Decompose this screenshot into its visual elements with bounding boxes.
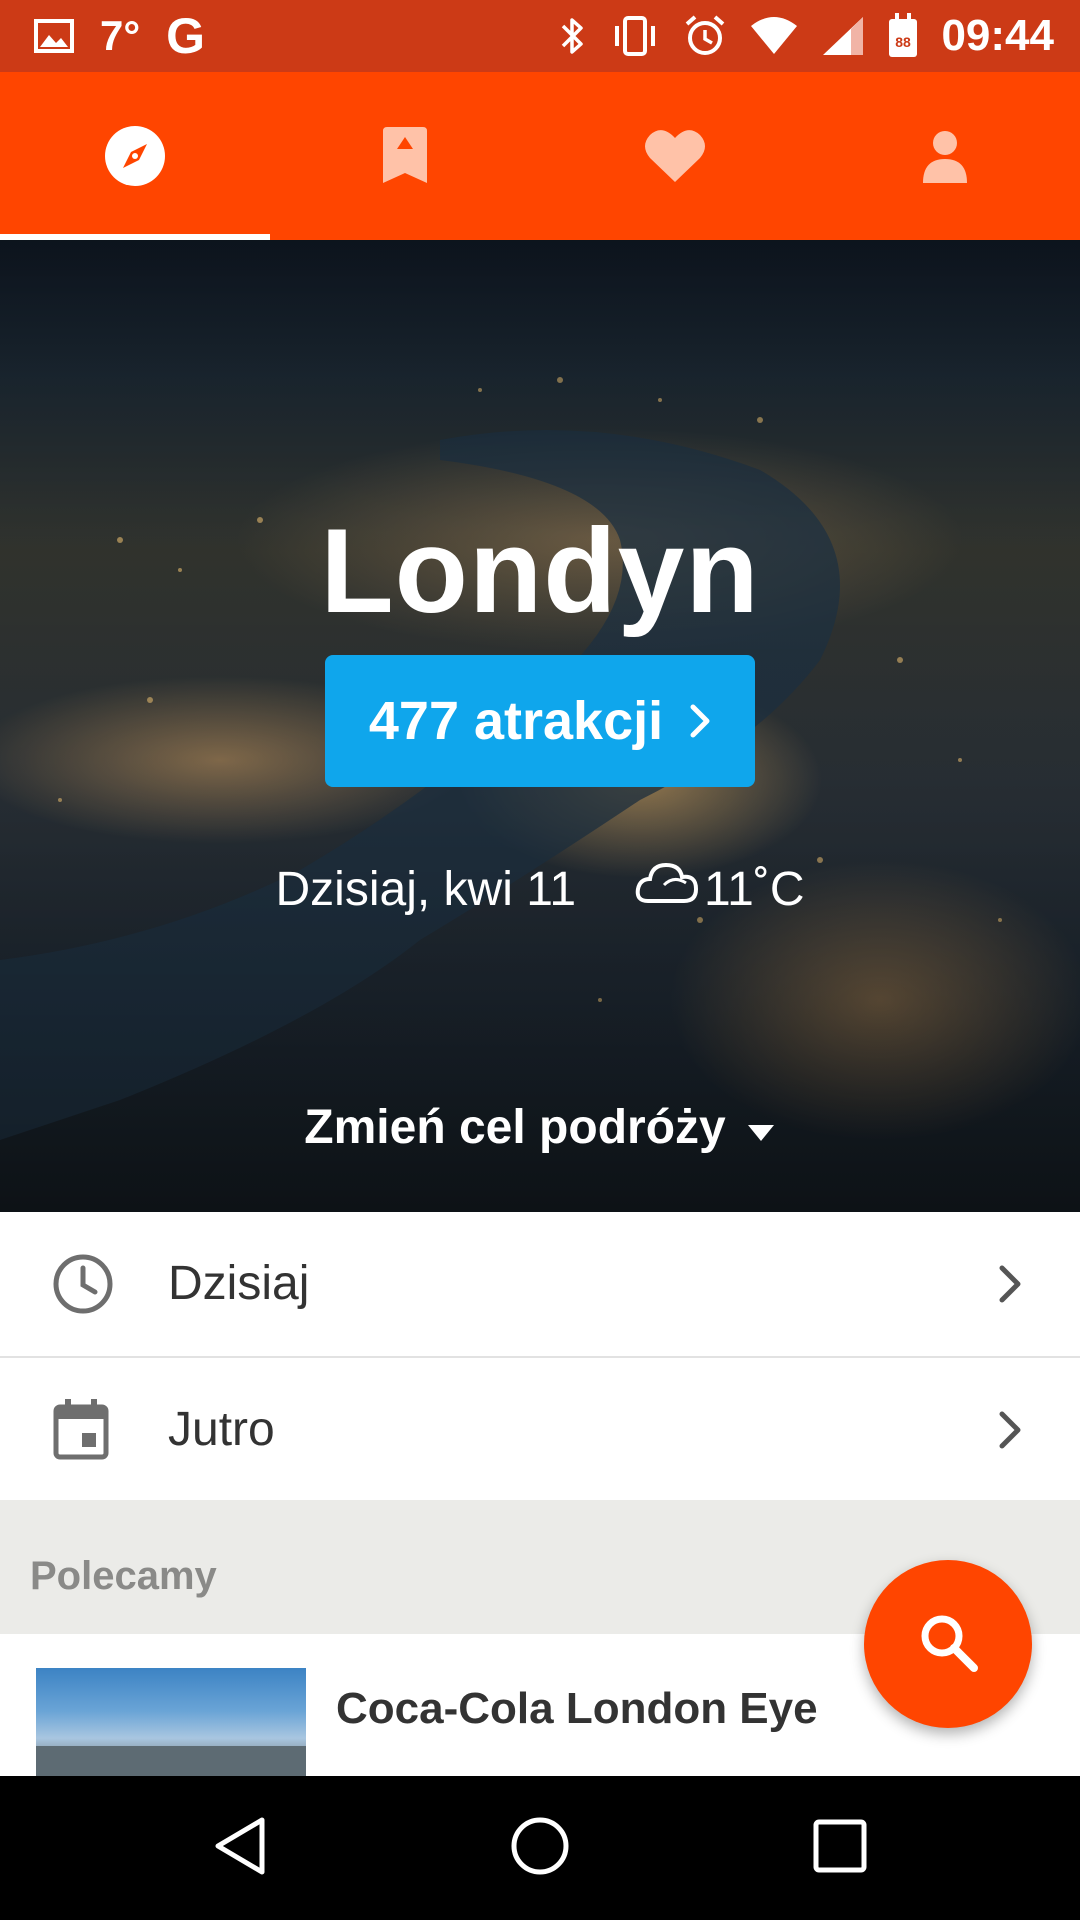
today-date: Dzisiaj, kwi 11: [275, 862, 577, 916]
vibrate-icon: [609, 14, 661, 58]
search-button[interactable]: [864, 1560, 1032, 1728]
system-navigation-bar: [0, 1776, 1080, 1920]
thumbnail-skyline: [36, 1746, 306, 1776]
cloudy-weather-icon: [634, 855, 700, 923]
calendar-icon: 88: [887, 13, 919, 59]
clock-icon: [52, 1212, 114, 1355]
chevron-right-icon: [689, 703, 711, 739]
image-icon: [34, 19, 74, 53]
list-item-today[interactable]: Dzisiaj: [0, 1212, 1080, 1355]
list-item-label: Dzisiaj: [168, 1257, 310, 1310]
back-icon: [212, 1816, 268, 1881]
chevron-right-icon: [998, 1212, 1022, 1355]
alarm-icon: [683, 14, 727, 58]
tab-profile[interactable]: [810, 72, 1080, 240]
weather: 11˚C: [634, 855, 805, 923]
recents-icon: [813, 1819, 867, 1878]
change-destination-label: Zmień cel podróży: [304, 1100, 726, 1154]
signal-icon: [821, 15, 865, 57]
home-icon: [510, 1816, 570, 1881]
tab-explore[interactable]: [0, 72, 270, 240]
weather-temperature: 11˚C: [704, 862, 805, 916]
attractions-label: 477 atrakcji: [368, 691, 664, 751]
status-temperature: 7°: [100, 12, 141, 59]
list-item-label: Jutro: [168, 1403, 275, 1456]
status-bar: 7° G 88 09:44: [0, 0, 1080, 72]
wifi-icon: [749, 16, 799, 56]
compass-icon: [103, 124, 167, 188]
dropdown-arrow-icon: [746, 1100, 776, 1155]
calendar-icon: [52, 1358, 110, 1501]
attraction-title: Coca-Cola London Eye: [336, 1684, 818, 1733]
recents-button[interactable]: [760, 1776, 920, 1920]
destination-hero: Londyn 477 atrakcji Dzisiaj, kwi 11 11˚C…: [0, 240, 1080, 1212]
section-title: Polecamy: [30, 1554, 217, 1598]
attractions-button[interactable]: 477 atrakcji: [325, 655, 755, 787]
google-icon: G: [166, 8, 206, 64]
date-weather-row: Dzisiaj, kwi 11 11˚C: [0, 854, 1080, 924]
city-title: Londyn: [320, 504, 760, 638]
back-button[interactable]: [160, 1776, 320, 1920]
chevron-right-icon: [998, 1358, 1022, 1501]
status-time: 09:44: [941, 11, 1054, 60]
profile-icon: [921, 129, 969, 183]
home-button[interactable]: [460, 1776, 620, 1920]
list-item-tomorrow[interactable]: Jutro: [0, 1358, 1080, 1501]
calendar-day: 88: [896, 34, 912, 50]
bookmark-icon: [381, 127, 429, 185]
top-tab-bar: [0, 72, 1080, 240]
tab-favorites[interactable]: [540, 72, 810, 240]
tab-saved[interactable]: [270, 72, 540, 240]
heart-icon: [644, 128, 706, 184]
search-icon: [916, 1610, 980, 1679]
change-destination-button[interactable]: Zmień cel podróży: [0, 1092, 1080, 1162]
bluetooth-icon: [559, 14, 587, 58]
attraction-thumbnail: [36, 1668, 306, 1776]
